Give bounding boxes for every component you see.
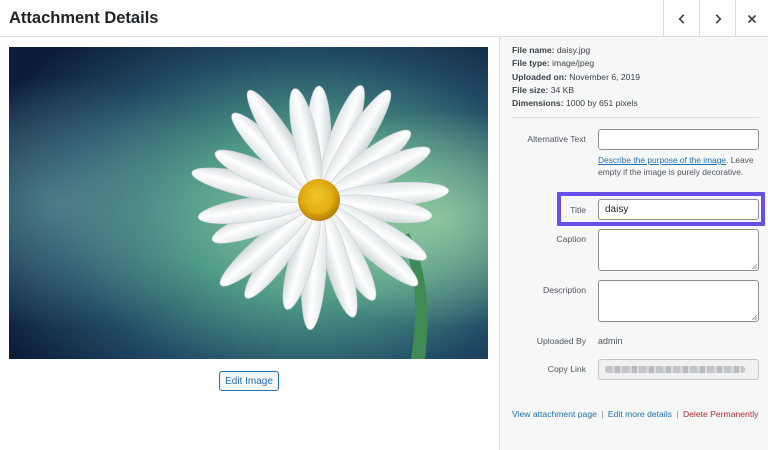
caption-textarea[interactable] [598, 229, 759, 271]
previous-button[interactable] [663, 0, 699, 37]
attachment-image [9, 47, 488, 359]
modal-header: Attachment Details [0, 0, 768, 37]
uploaded-by-value: admin [598, 336, 623, 346]
alt-text-label: Alternative Text [527, 134, 586, 144]
description-label: Description [543, 285, 586, 295]
copy-link-label: Copy Link [547, 364, 586, 374]
dimensions-label: Dimensions: [512, 98, 564, 109]
media-preview-pane: Edit Image [0, 37, 499, 450]
title-input[interactable] [598, 199, 759, 220]
copy-link-input[interactable] [598, 359, 759, 380]
uploaded-by-label: Uploaded By [536, 336, 586, 346]
file-size: 34 KB [550, 84, 575, 95]
file-type-label: File type: [512, 58, 550, 69]
edit-more-details-link[interactable]: Edit more details [608, 409, 672, 419]
divider [512, 117, 759, 118]
file-type: image/jpeg [552, 58, 595, 69]
modal-title: Attachment Details [9, 9, 159, 27]
alt-text-help: Describe the purpose of the image. Leave… [598, 155, 754, 178]
file-name: daisy.jpg [556, 45, 591, 55]
alt-text-help-link[interactable]: Describe the purpose of the image [598, 155, 726, 165]
file-size-label: File size: [512, 84, 549, 95]
chevron-left-icon [677, 13, 684, 24]
alt-text-input[interactable] [598, 129, 759, 150]
uploaded-on: November 6, 2019 [569, 71, 640, 82]
close-icon [747, 14, 757, 23]
resize-handle-icon[interactable] [751, 263, 757, 269]
description-textarea[interactable] [598, 280, 759, 322]
delete-permanently-link[interactable]: Delete Permanently [683, 409, 758, 419]
blurred-url [605, 366, 745, 373]
chevron-right-icon [715, 13, 722, 24]
next-button[interactable] [699, 0, 735, 37]
resize-handle-icon[interactable] [751, 314, 757, 320]
edit-image-button[interactable]: Edit Image [219, 371, 279, 391]
uploaded-on-label: Uploaded on: [512, 71, 567, 82]
file-info: File name: daisy.jpg File type: image/jp… [512, 44, 640, 110]
attachment-details-sidebar: File name: daisy.jpg File type: image/jp… [499, 37, 768, 450]
view-attachment-page-link[interactable]: View attachment page [512, 409, 597, 419]
file-name-label: File name: [512, 45, 555, 55]
close-button[interactable] [735, 0, 768, 37]
caption-label: Caption [556, 234, 586, 244]
title-label: Title [570, 205, 586, 215]
dimensions: 1000 by 651 pixels [565, 98, 638, 109]
attachment-actions: View attachment page | Edit more details… [512, 409, 759, 419]
